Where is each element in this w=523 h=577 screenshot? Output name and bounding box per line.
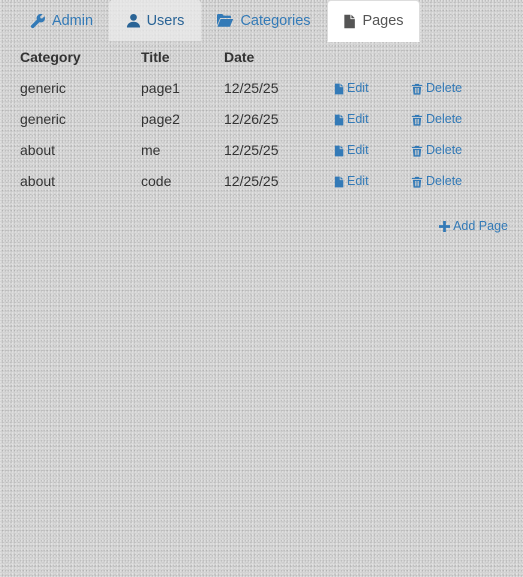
pages-table: Category Title Date generic page1 12/25/… [0, 42, 523, 197]
cell-date: 12/25/25 [224, 142, 279, 158]
trash-icon [411, 145, 423, 157]
tab-pages[interactable]: Pages [327, 0, 420, 42]
user-icon [126, 13, 141, 28]
tab-categories-label: Categories [240, 12, 311, 29]
delete-label: Delete [426, 174, 463, 188]
delete-link[interactable]: Delete [411, 135, 462, 166]
table-row: generic page1 12/25/25 Edit Delete [0, 73, 523, 104]
edit-link[interactable]: Edit [334, 73, 369, 104]
add-page-label: Add Page [453, 219, 508, 233]
delete-link[interactable]: Delete [411, 166, 462, 197]
file-icon [334, 145, 344, 157]
file-icon [334, 114, 344, 126]
edit-link[interactable]: Edit [334, 104, 369, 135]
cell-category: generic [20, 111, 66, 127]
wrench-icon [30, 13, 46, 29]
cell-category: about [20, 173, 56, 189]
delete-link[interactable]: Delete [411, 73, 462, 104]
edit-link[interactable]: Edit [334, 135, 369, 166]
trash-icon [411, 176, 423, 188]
table-row: generic page2 12/26/25 Edit Delete [0, 104, 523, 135]
cell-title: me [141, 142, 161, 158]
delete-label: Delete [426, 143, 463, 157]
tab-admin[interactable]: Admin [15, 0, 108, 41]
cell-title: page2 [141, 111, 180, 127]
column-header-date: Date [224, 49, 255, 65]
nav-tabs: Admin Users Categories Pages [0, 0, 523, 42]
column-header-title: Title [141, 49, 170, 65]
edit-label: Edit [347, 174, 369, 188]
trash-icon [411, 83, 423, 95]
file-icon [334, 176, 344, 188]
column-header-category: Category [20, 49, 81, 65]
delete-label: Delete [426, 81, 463, 95]
plus-icon [439, 220, 451, 232]
tab-admin-label: Admin [51, 12, 94, 29]
delete-link[interactable]: Delete [411, 104, 462, 135]
tab-pages-label: Pages [362, 13, 404, 29]
file-icon [343, 14, 356, 29]
table-header-row: Category Title Date [0, 42, 523, 73]
add-page-button[interactable]: Add Page [439, 219, 508, 233]
file-icon [334, 83, 344, 95]
cell-date: 12/25/25 [224, 173, 279, 189]
cell-title: code [141, 173, 172, 189]
edit-label: Edit [347, 112, 369, 126]
cell-category: about [20, 142, 56, 158]
table-row: about code 12/25/25 Edit Delete [0, 166, 523, 197]
cell-date: 12/25/25 [224, 80, 279, 96]
edit-link[interactable]: Edit [334, 166, 369, 197]
cell-title: page1 [141, 80, 180, 96]
tab-users[interactable]: Users [109, 0, 201, 41]
edit-label: Edit [347, 143, 369, 157]
delete-label: Delete [426, 112, 463, 126]
edit-label: Edit [347, 81, 369, 95]
cell-date: 12/26/25 [224, 111, 279, 127]
trash-icon [411, 114, 423, 126]
table-row: about me 12/25/25 Edit Delete [0, 135, 523, 166]
tab-categories[interactable]: Categories [203, 0, 324, 41]
folder-open-icon [216, 13, 234, 28]
cell-category: generic [20, 80, 66, 96]
tab-users-label: Users [146, 12, 185, 29]
